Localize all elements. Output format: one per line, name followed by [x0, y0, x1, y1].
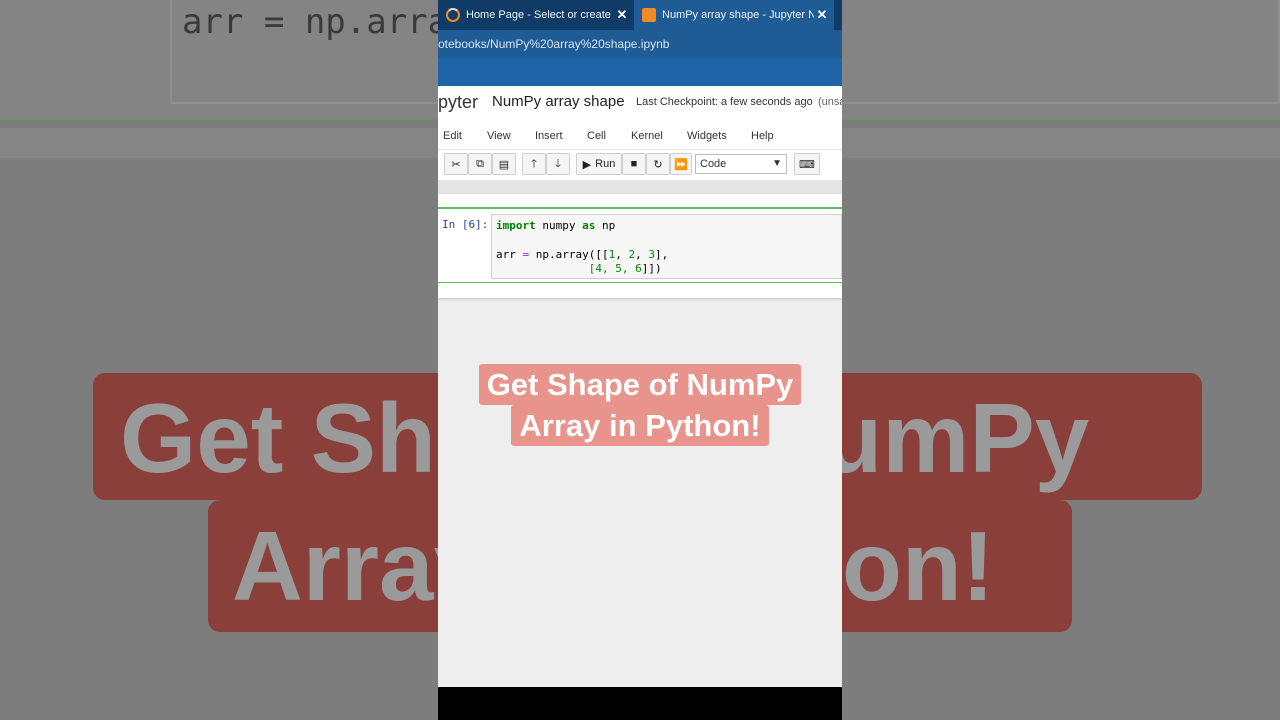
checkpoint-status: Last Checkpoint: a few seconds ago — [636, 96, 813, 108]
arrow-up-icon: 🡑 — [531, 157, 537, 170]
overlay-line-1: Get Shape of NumPy — [478, 364, 802, 405]
chevron-down-icon: ▼ — [772, 158, 782, 169]
copy-icon: ⧉ — [476, 157, 484, 170]
browser-band — [438, 58, 842, 86]
restart-button[interactable]: ↻ — [646, 153, 670, 175]
loading-spinner-icon — [446, 8, 460, 22]
menu-kernel[interactable]: Kernel — [631, 130, 663, 142]
jupyter-header: pyter NumPy array shape Last Checkpoint:… — [438, 86, 842, 122]
tab-label: Home Page - Select or create a n — [466, 9, 614, 21]
save-status: (unsa — [818, 96, 842, 108]
notebook-title[interactable]: NumPy array shape — [492, 93, 625, 110]
scissors-icon: ✂ — [451, 158, 461, 171]
code-text: numpy — [535, 219, 583, 232]
video-title-overlay: Get Shape of NumPy Array in Python! — [438, 364, 842, 446]
cell-type-value: Code — [700, 158, 727, 170]
address-bar[interactable]: otebooks/NumPy%20array%20shape.ipynb — [438, 30, 842, 58]
code-text: , — [621, 262, 636, 275]
menu-help[interactable]: Help — [751, 130, 774, 142]
play-icon: ▶ — [582, 158, 592, 171]
tab-numpy-notebook[interactable]: NumPy array shape - Jupyter No ✕ — [634, 0, 834, 30]
code-text: ]]) — [641, 262, 662, 275]
move-up-button[interactable]: 🡑 — [522, 153, 546, 175]
bg-code-text: arr = np.array — [182, 2, 469, 42]
bottom-bar — [438, 687, 842, 720]
cell-prompt: In [6]: — [442, 218, 489, 231]
fast-forward-icon: ⏩ — [674, 158, 688, 171]
cell-type-select[interactable]: Code ▼ — [695, 154, 787, 174]
code-line-3: arr = np.array([[1, 2, 3], — [496, 248, 668, 261]
interrupt-button[interactable]: ■ — [622, 153, 646, 175]
paste-icon: ▤ — [498, 158, 510, 171]
video-frame: Home Page - Select or create a n ✕ NumPy… — [438, 0, 842, 720]
close-icon[interactable]: ✕ — [814, 7, 830, 23]
command-palette-button[interactable]: ⌨ — [794, 153, 820, 175]
number: 4 — [595, 262, 602, 275]
jupyter-logo[interactable]: pyter — [438, 92, 478, 113]
cell-border-bottom — [438, 282, 842, 283]
move-down-button[interactable]: 🡓 — [546, 153, 570, 175]
code-text: [ — [496, 262, 596, 275]
jupyter-notebook-icon — [642, 8, 656, 22]
number: 6 — [635, 262, 642, 275]
keyboard-icon: ⌨ — [799, 158, 815, 171]
paste-button[interactable]: ▤ — [492, 153, 516, 175]
notebook-area: In [6]: import numpy as np arr = np.arra… — [438, 194, 842, 298]
browser-tab-bar: Home Page - Select or create a n ✕ NumPy… — [438, 0, 842, 30]
menu-cell[interactable]: Cell — [587, 130, 606, 142]
menu-edit[interactable]: Edit — [443, 130, 462, 142]
menu-view[interactable]: View — [487, 130, 511, 142]
code-line-1: import numpy as np — [496, 219, 615, 232]
keyword: import — [496, 219, 536, 232]
code-text: arr — [496, 248, 523, 261]
copy-button[interactable]: ⧉ — [468, 153, 492, 175]
keyword: as — [582, 219, 596, 232]
menu-insert[interactable]: Insert — [535, 130, 563, 142]
cell-border-top — [438, 207, 842, 209]
run-button[interactable]: ▶ Run — [576, 153, 622, 175]
notebook-gutter — [438, 180, 842, 194]
code-cell-input[interactable]: import numpy as np arr = np.array([[1, 2… — [491, 214, 842, 279]
tab-label: NumPy array shape - Jupyter No — [662, 9, 814, 21]
menu-bar: Edit View Insert Cell Kernel Widgets Hel… — [438, 122, 842, 150]
code-text: , — [615, 248, 629, 261]
close-icon[interactable]: ✕ — [614, 7, 630, 23]
overlay-line-2: Array in Python! — [511, 405, 769, 446]
code-text: np.array([[ — [529, 248, 609, 261]
number: 5 — [615, 262, 622, 275]
arrow-down-icon: 🡓 — [555, 157, 561, 170]
code-line-4: [4, 5, 6]]) — [496, 262, 662, 275]
code-text: np — [595, 219, 616, 232]
code-text: , — [601, 262, 616, 275]
run-label: Run — [595, 158, 616, 170]
notebook-toolbar: ✂ ⧉ ▤ 🡑 🡓 ▶ Run ■ ↻ ⏩ Code ▼ ⌨ — [438, 150, 842, 180]
stop-icon: ■ — [630, 158, 638, 170]
number: 3 — [648, 248, 655, 261]
code-text: ], — [654, 248, 669, 261]
run-all-button[interactable]: ⏩ — [670, 153, 692, 175]
tab-home-page[interactable]: Home Page - Select or create a n ✕ — [438, 0, 634, 30]
cut-button[interactable]: ✂ — [444, 153, 468, 175]
restart-icon: ↻ — [653, 158, 663, 171]
code-text: , — [635, 248, 649, 261]
menu-widgets[interactable]: Widgets — [687, 130, 727, 142]
